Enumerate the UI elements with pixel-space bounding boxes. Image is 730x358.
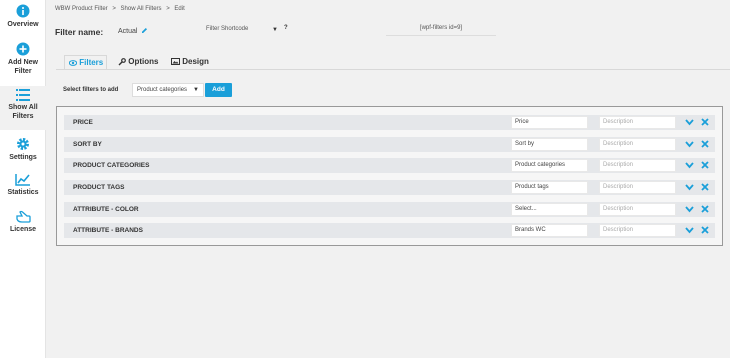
- sidebar-item-label: License: [9, 226, 37, 233]
- close-icon[interactable]: [701, 205, 709, 213]
- sidebar-item-label: Statistics: [7, 189, 39, 196]
- filter-row-title: ATTRIBUTE - COLOR: [73, 206, 139, 213]
- sidebar-item-show-all-filters[interactable]: Show All Filters: [0, 86, 46, 130]
- tab-label: Options: [128, 57, 159, 66]
- filter-description-input[interactable]: Description: [599, 224, 676, 237]
- filter-name-input[interactable]: Brands WC: [511, 224, 588, 237]
- wrench-icon: [118, 57, 126, 66]
- pencil-icon[interactable]: [141, 27, 148, 34]
- filter-row-title: PRICE: [73, 119, 93, 126]
- filter-row-title: SORT BY: [73, 141, 102, 148]
- breadcrumb-link-show-all[interactable]: Show All Filters: [121, 6, 162, 12]
- filter-name-input[interactable]: Sort by: [511, 138, 588, 151]
- close-icon[interactable]: [701, 161, 709, 169]
- filter-row[interactable]: ATTRIBUTE - COLOR Select... Description: [64, 202, 715, 217]
- breadcrumb-separator: >: [112, 6, 116, 12]
- filters-list: PRICE Price Description SORT BY Sort by …: [56, 106, 723, 246]
- caret-down-icon: ▼: [272, 27, 278, 33]
- select-filters-label: Select filters to add: [63, 87, 119, 93]
- gear-icon: [17, 138, 29, 150]
- eye-icon: [68, 59, 78, 66]
- tab-filters[interactable]: Filters: [64, 55, 107, 70]
- filter-name-input[interactable]: Price: [511, 116, 588, 129]
- info-icon: [16, 4, 30, 18]
- sidebar-item-license[interactable]: License: [0, 210, 46, 238]
- filter-name-label: Filter name:: [55, 27, 104, 37]
- filter-name-input[interactable]: Product categories: [511, 159, 588, 172]
- image-icon: [171, 58, 180, 66]
- breadcrumb-separator: >: [166, 6, 170, 12]
- breadcrumb-current: Edit: [174, 6, 185, 12]
- help-icon[interactable]: ?: [284, 25, 288, 31]
- filter-name-input[interactable]: Product tags: [511, 181, 588, 194]
- chevron-down-icon[interactable]: [685, 118, 694, 126]
- caret-down-icon: ▼: [193, 87, 199, 93]
- plus-circle-icon: [16, 42, 30, 56]
- sidebar-item-label: Add New Filter: [8, 59, 38, 75]
- close-icon[interactable]: [701, 140, 709, 148]
- shortcode-type-select[interactable]: Filter Shortcode ▼: [206, 26, 278, 38]
- close-icon[interactable]: [701, 226, 709, 234]
- tab-label: Design: [182, 57, 209, 66]
- sidebar-item-label: Show All Filters: [8, 104, 38, 120]
- filter-type-selected: Product categories: [137, 87, 188, 93]
- close-icon[interactable]: [701, 118, 709, 126]
- sidebar-item-label: Overview: [7, 21, 39, 28]
- filter-description-input[interactable]: Description: [599, 159, 676, 172]
- tab-options[interactable]: Options: [114, 55, 162, 70]
- filter-type-select[interactable]: Product categories ▼: [132, 83, 204, 97]
- chevron-down-icon[interactable]: [685, 161, 694, 169]
- filter-row-title: PRODUCT TAGS: [73, 184, 125, 191]
- filter-row[interactable]: SORT BY Sort by Description: [64, 137, 715, 152]
- filter-name-value[interactable]: Actual: [118, 28, 137, 35]
- sidebar: Overview Add New Filter Show All Filters…: [0, 0, 46, 358]
- sidebar-item-add-new-filter[interactable]: Add New Filter: [0, 42, 46, 80]
- filter-description-input[interactable]: Description: [599, 181, 676, 194]
- filter-row[interactable]: PRODUCT TAGS Product tags Description: [64, 180, 715, 195]
- main-content: WBW Product Filter > Show All Filters > …: [46, 0, 730, 358]
- breadcrumb-link-plugin[interactable]: WBW Product Filter: [55, 6, 108, 12]
- hand-pointer-icon: [15, 210, 31, 223]
- chevron-down-icon[interactable]: [685, 226, 694, 234]
- sidebar-item-overview[interactable]: Overview: [0, 4, 46, 34]
- tab-label: Filters: [79, 58, 104, 67]
- filter-description-input[interactable]: Description: [599, 203, 676, 216]
- sidebar-item-statistics[interactable]: Statistics: [0, 173, 46, 201]
- chart-icon: [15, 174, 30, 186]
- list-icon: [16, 89, 30, 101]
- breadcrumb: WBW Product Filter > Show All Filters > …: [55, 6, 188, 12]
- sidebar-item-label: Settings: [9, 154, 37, 161]
- chevron-down-icon[interactable]: [685, 183, 694, 191]
- add-filter-button[interactable]: Add: [205, 83, 232, 97]
- filter-row[interactable]: PRODUCT CATEGORIES Product categories De…: [64, 158, 715, 173]
- filter-row[interactable]: ATTRIBUTE - BRANDS Brands WC Description: [64, 223, 715, 238]
- sidebar-item-settings[interactable]: Settings: [0, 137, 46, 165]
- filter-row-title: ATTRIBUTE - BRANDS: [73, 227, 143, 234]
- shortcode-select-label: Filter Shortcode: [206, 26, 249, 32]
- filter-description-input[interactable]: Description: [599, 116, 676, 129]
- filter-row[interactable]: PRICE Price Description: [64, 115, 715, 130]
- close-icon[interactable]: [701, 183, 709, 191]
- chevron-down-icon[interactable]: [685, 205, 694, 213]
- shortcode-field[interactable]: [wpf-filters id=9]: [386, 25, 496, 36]
- tab-design[interactable]: Design: [167, 55, 213, 70]
- filter-row-title: PRODUCT CATEGORIES: [73, 162, 150, 169]
- tab-divider: [56, 69, 730, 70]
- chevron-down-icon[interactable]: [685, 140, 694, 148]
- filter-name-input[interactable]: Select...: [511, 203, 588, 216]
- filter-description-input[interactable]: Description: [599, 138, 676, 151]
